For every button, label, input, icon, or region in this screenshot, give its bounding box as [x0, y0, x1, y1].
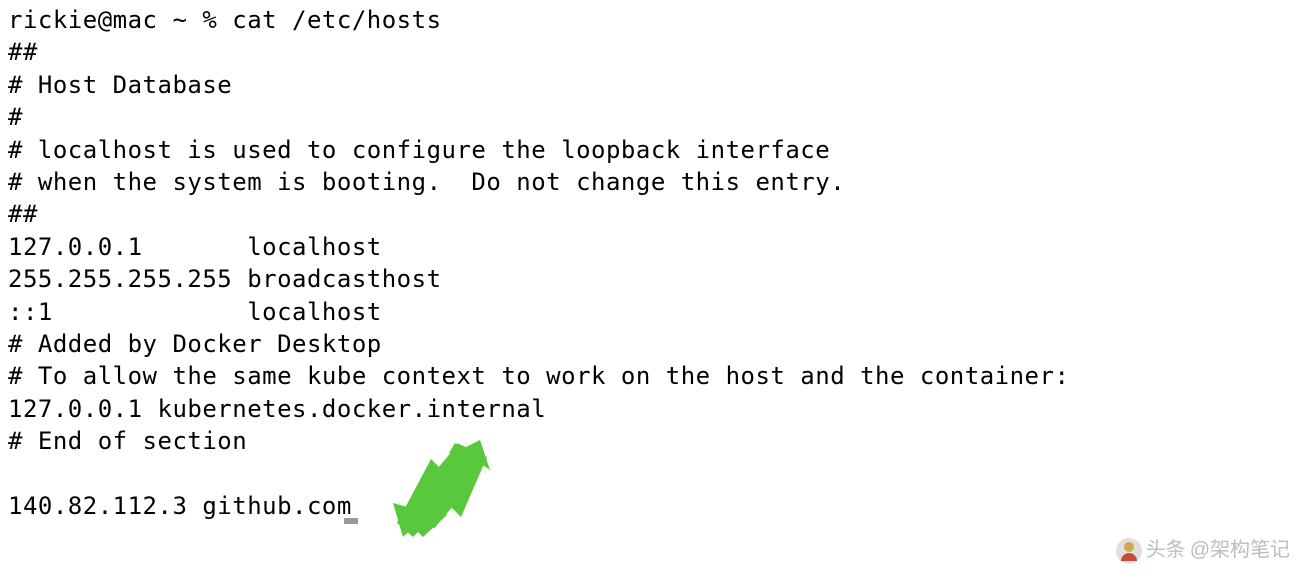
output-line: # localhost is used to configure the loo…: [8, 134, 1294, 166]
cursor-indicator: [344, 518, 358, 524]
output-line: ::1 localhost: [8, 296, 1294, 328]
watermark: 头条 @架构笔记: [1116, 537, 1290, 564]
watermark-avatar-icon: [1116, 538, 1142, 564]
watermark-handle: @架构笔记: [1190, 537, 1290, 564]
output-line: 127.0.0.1 localhost: [8, 231, 1294, 263]
output-line: # End of section: [8, 425, 1294, 457]
output-line: 255.255.255.255 broadcasthost: [8, 263, 1294, 295]
output-line: ##: [8, 198, 1294, 230]
output-line: 127.0.0.1 kubernetes.docker.internal: [8, 393, 1294, 425]
output-line: ##: [8, 36, 1294, 68]
output-line: # when the system is booting. Do not cha…: [8, 166, 1294, 198]
output-line: # To allow the same kube context to work…: [8, 360, 1294, 392]
output-line: # Added by Docker Desktop: [8, 328, 1294, 360]
output-blank-line: [8, 457, 1294, 489]
output-line-highlighted: 140.82.112.3 github.com: [8, 490, 1294, 524]
output-line: #: [8, 101, 1294, 133]
terminal-prompt-line: rickie@mac ~ % cat /etc/hosts: [8, 4, 1294, 36]
output-line: # Host Database: [8, 69, 1294, 101]
watermark-prefix: 头条: [1146, 537, 1186, 564]
